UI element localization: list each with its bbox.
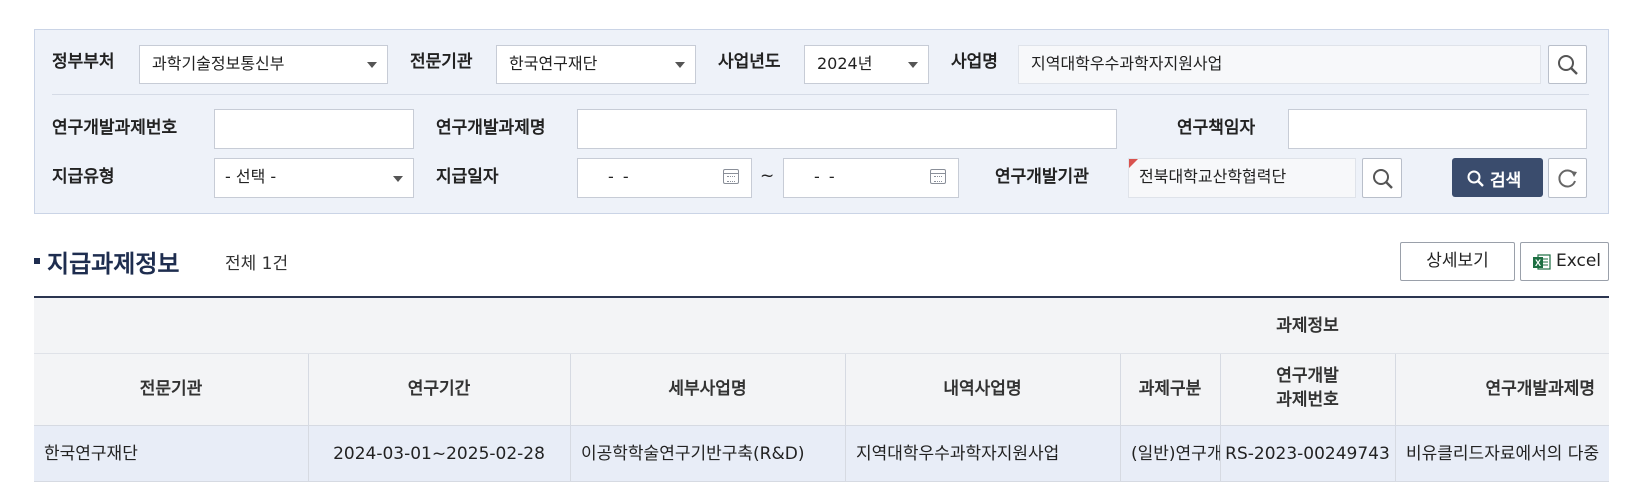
agency-value: 한국연구재단 [509, 54, 598, 73]
cell-task-no: RS-2023-00249743 [1225, 444, 1390, 464]
col-header-sub-program: 세부사업명 [668, 379, 747, 399]
col-header-task-no-line2: 과제번호 [1276, 390, 1339, 410]
search-icon [1373, 169, 1393, 189]
pay-date-to-value: - - [814, 167, 837, 186]
institution-search-button[interactable] [1362, 158, 1402, 198]
year-value: 2024년 [817, 54, 873, 73]
pay-date-from-value: - - [608, 167, 631, 186]
col-divider [1120, 426, 1121, 482]
col-divider [845, 426, 846, 482]
cell-sub-program: 이공학학술연구기반구축(R&D) [581, 444, 805, 464]
search-button-label: 검색 [1490, 171, 1522, 191]
pi-label: 연구책임자 [1177, 118, 1256, 138]
program-input[interactable]: 지역대학우수과학자지원사업 [1018, 45, 1541, 84]
task-number-input[interactable] [214, 109, 414, 149]
table-header-row: 전문기관 연구기간 세부사업명 내역사업명 과제구분 연구개발 과제번호 연구개… [34, 354, 1609, 426]
section-title: 지급과제정보 [47, 250, 180, 278]
col-divider [570, 426, 571, 482]
pay-date-from-input[interactable]: - - [577, 158, 752, 198]
table-row[interactable]: 한국연구재단 2024-03-01~2025-02-28 이공학학술연구기반구축… [34, 426, 1609, 482]
col-header-task-no-line1: 연구개발 [1276, 366, 1339, 386]
pay-type-value: - 선택 - [225, 167, 277, 186]
col-divider [1395, 426, 1396, 482]
agency-label: 전문기관 [410, 52, 473, 72]
col-header-agency: 전문기관 [139, 379, 203, 399]
pay-date-to-input[interactable]: - - [783, 158, 959, 198]
task-number-label: 연구개발과제번호 [52, 118, 178, 138]
institution-value: 전북대학교산학협력단 [1139, 167, 1287, 186]
calendar-icon[interactable] [723, 169, 739, 184]
table-group-header: 과제정보 [34, 298, 1609, 354]
chevron-down-icon [908, 62, 918, 68]
panel-divider [52, 94, 1589, 95]
pay-date-label: 지급일자 [436, 167, 499, 187]
detail-view-button[interactable]: 상세보기 [1400, 242, 1515, 281]
cell-task-name: 비유클리드자료에서의 다중 [1406, 444, 1600, 464]
search-button[interactable]: 검색 [1452, 158, 1543, 197]
year-select[interactable]: 2024년 [804, 45, 929, 84]
program-search-button[interactable] [1548, 45, 1587, 84]
excel-download-button[interactable]: X Excel [1520, 242, 1609, 281]
agency-select[interactable]: 한국연구재단 [496, 45, 696, 84]
chevron-down-icon [367, 62, 377, 68]
excel-button-label: Excel [1556, 251, 1602, 271]
col-header-category: 과제구분 [1138, 379, 1202, 399]
cell-period: 2024-03-01~2025-02-28 [333, 444, 545, 464]
chevron-down-icon [393, 176, 403, 182]
col-header-detail-program: 내역사업명 [943, 379, 1022, 399]
col-header-task-name: 연구개발과제명 [1485, 379, 1595, 399]
excel-icon: X [1533, 254, 1551, 270]
gov-ministry-value: 과학기술정보통신부 [152, 54, 285, 73]
gov-ministry-select[interactable]: 과학기술정보통신부 [139, 45, 388, 84]
cell-agency: 한국연구재단 [44, 444, 138, 464]
search-icon [1467, 170, 1484, 187]
date-range-separator: ~ [760, 166, 775, 186]
total-count: 전체 1건 [225, 254, 289, 274]
task-name-input[interactable] [577, 109, 1117, 149]
refresh-icon [1558, 169, 1577, 188]
search-icon [1558, 55, 1578, 75]
year-label: 사업년도 [718, 52, 781, 72]
col-header-period: 연구기간 [407, 379, 471, 399]
group-header-task-info: 과제정보 [1276, 316, 1339, 336]
program-label: 사업명 [951, 52, 998, 72]
section-bullet [34, 258, 40, 264]
cell-category: (일반)연구개 [1131, 444, 1220, 464]
reset-button[interactable] [1548, 158, 1587, 198]
calendar-icon[interactable] [930, 169, 946, 184]
chevron-down-icon [675, 62, 685, 68]
pay-type-label: 지급유형 [52, 167, 115, 187]
required-marker [1129, 159, 1138, 168]
cell-detail-program: 지역대학우수과학자지원사업 [856, 444, 1060, 464]
pi-input[interactable] [1288, 109, 1587, 149]
institution-label: 연구개발기관 [995, 167, 1089, 187]
institution-input[interactable]: 전북대학교산학협력단 [1128, 158, 1356, 198]
gov-ministry-label: 정부부처 [52, 52, 115, 72]
pay-type-select[interactable]: - 선택 - [214, 158, 414, 198]
svg-text:X: X [1535, 258, 1541, 268]
task-name-label: 연구개발과제명 [436, 118, 546, 138]
